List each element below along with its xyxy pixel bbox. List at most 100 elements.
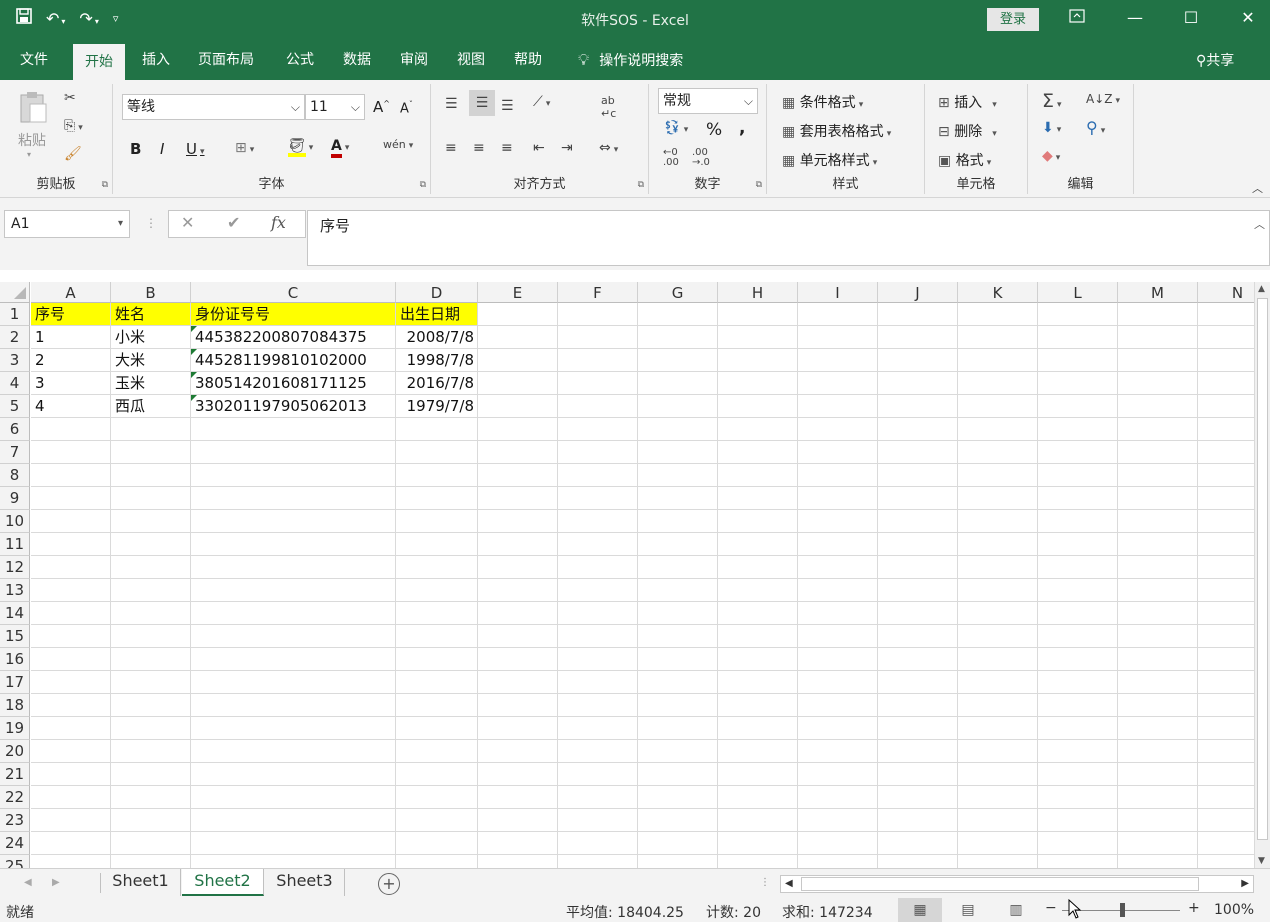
- page-break-view-icon[interactable]: ▥: [994, 898, 1038, 922]
- column-header-c[interactable]: C: [191, 282, 396, 303]
- cell-d2[interactable]: 2008/7/8: [396, 326, 478, 349]
- cell-m16[interactable]: [1118, 648, 1198, 671]
- insert-cells-button[interactable]: ⊞ 插入 ▾: [938, 92, 997, 112]
- cell-m25[interactable]: [1118, 855, 1198, 868]
- tab-data[interactable]: 数据: [343, 40, 371, 80]
- column-header-h[interactable]: H: [718, 282, 798, 303]
- cell-i21[interactable]: [798, 763, 878, 786]
- cell-i17[interactable]: [798, 671, 878, 694]
- horizontal-scrollbar[interactable]: ◀ ▶: [780, 875, 1254, 893]
- cell-n4[interactable]: [1198, 372, 1254, 395]
- row-header-8[interactable]: 8: [0, 464, 30, 487]
- cell-a4[interactable]: 3: [31, 372, 111, 395]
- cell-h5[interactable]: [718, 395, 798, 418]
- cell-i22[interactable]: [798, 786, 878, 809]
- cell-k24[interactable]: [958, 832, 1038, 855]
- cell-f8[interactable]: [558, 464, 638, 487]
- tab-splitter-icon[interactable]: ⋮: [760, 877, 770, 888]
- cell-g23[interactable]: [638, 809, 718, 832]
- cell-i3[interactable]: [798, 349, 878, 372]
- align-center-icon[interactable]: ≡: [473, 140, 485, 156]
- format-cells-button[interactable]: ▣ 格式 ▾: [938, 150, 991, 170]
- cell-j19[interactable]: [878, 717, 958, 740]
- cell-e14[interactable]: [478, 602, 558, 625]
- cell-m12[interactable]: [1118, 556, 1198, 579]
- horizontal-scroll-thumb[interactable]: [801, 877, 1199, 891]
- cell-i10[interactable]: [798, 510, 878, 533]
- cell-c23[interactable]: [191, 809, 396, 832]
- cell-m4[interactable]: [1118, 372, 1198, 395]
- cell-g2[interactable]: [638, 326, 718, 349]
- cell-k21[interactable]: [958, 763, 1038, 786]
- cell-d3[interactable]: 1998/7/8: [396, 349, 478, 372]
- autosum-icon[interactable]: Σ ▾: [1042, 90, 1062, 112]
- cell-n14[interactable]: [1198, 602, 1254, 625]
- cell-a23[interactable]: [31, 809, 111, 832]
- cell-f1[interactable]: [558, 303, 638, 326]
- cell-h16[interactable]: [718, 648, 798, 671]
- row-header-14[interactable]: 14: [0, 602, 30, 625]
- bold-button[interactable]: B: [130, 140, 141, 158]
- cell-f18[interactable]: [558, 694, 638, 717]
- cell-e10[interactable]: [478, 510, 558, 533]
- cell-l8[interactable]: [1038, 464, 1118, 487]
- cell-i14[interactable]: [798, 602, 878, 625]
- cell-e8[interactable]: [478, 464, 558, 487]
- cell-g5[interactable]: [638, 395, 718, 418]
- align-left-icon[interactable]: ≡: [445, 140, 457, 156]
- cell-a22[interactable]: [31, 786, 111, 809]
- cell-c6[interactable]: [191, 418, 396, 441]
- cell-n20[interactable]: [1198, 740, 1254, 763]
- cell-k12[interactable]: [958, 556, 1038, 579]
- cell-i19[interactable]: [798, 717, 878, 740]
- cell-b17[interactable]: [111, 671, 191, 694]
- cell-e3[interactable]: [478, 349, 558, 372]
- select-all-button[interactable]: [0, 282, 30, 303]
- cell-h21[interactable]: [718, 763, 798, 786]
- cell-d15[interactable]: [396, 625, 478, 648]
- cell-styles-button[interactable]: ▦ 单元格样式 ▾: [782, 150, 877, 170]
- cell-a17[interactable]: [31, 671, 111, 694]
- cell-a8[interactable]: [31, 464, 111, 487]
- cell-n11[interactable]: [1198, 533, 1254, 556]
- cell-h13[interactable]: [718, 579, 798, 602]
- number-launcher-icon[interactable]: ⧉: [756, 180, 762, 190]
- cell-b24[interactable]: [111, 832, 191, 855]
- alignment-launcher-icon[interactable]: ⧉: [638, 180, 644, 190]
- cell-f13[interactable]: [558, 579, 638, 602]
- cell-n10[interactable]: [1198, 510, 1254, 533]
- cell-n12[interactable]: [1198, 556, 1254, 579]
- cell-j4[interactable]: [878, 372, 958, 395]
- cell-n19[interactable]: [1198, 717, 1254, 740]
- row-header-5[interactable]: 5: [0, 395, 30, 418]
- cell-e21[interactable]: [478, 763, 558, 786]
- column-header-i[interactable]: I: [798, 282, 878, 303]
- cell-c10[interactable]: [191, 510, 396, 533]
- cell-n25[interactable]: [1198, 855, 1254, 868]
- cell-f20[interactable]: [558, 740, 638, 763]
- tab-review[interactable]: 审阅: [400, 40, 428, 80]
- cell-k23[interactable]: [958, 809, 1038, 832]
- add-sheet-icon[interactable]: +: [378, 873, 400, 895]
- cell-f14[interactable]: [558, 602, 638, 625]
- cell-e15[interactable]: [478, 625, 558, 648]
- cell-c13[interactable]: [191, 579, 396, 602]
- tab-home[interactable]: 开始: [73, 42, 125, 80]
- increase-decimal-icon[interactable]: ←0.00: [663, 148, 679, 168]
- cell-m3[interactable]: [1118, 349, 1198, 372]
- cell-f12[interactable]: [558, 556, 638, 579]
- format-as-table-button[interactable]: ▦ 套用表格格式 ▾: [782, 121, 891, 141]
- cell-b14[interactable]: [111, 602, 191, 625]
- row-header-22[interactable]: 22: [0, 786, 30, 809]
- cell-j17[interactable]: [878, 671, 958, 694]
- cell-b19[interactable]: [111, 717, 191, 740]
- cell-h19[interactable]: [718, 717, 798, 740]
- number-format-combo[interactable]: 常规 ⌵: [658, 88, 758, 114]
- cell-k13[interactable]: [958, 579, 1038, 602]
- worksheet-grid[interactable]: ABCDEFGHIJKLMN 1 序号 姓名 身份证号号 出生日期 2 1 小米 4453822…: [0, 282, 1254, 868]
- row-header-7[interactable]: 7: [0, 441, 30, 464]
- sheet-tab-sheet1[interactable]: Sheet1: [101, 869, 181, 896]
- cell-n17[interactable]: [1198, 671, 1254, 694]
- shrink-font-button[interactable]: Aˇ: [400, 100, 413, 116]
- cell-d10[interactable]: [396, 510, 478, 533]
